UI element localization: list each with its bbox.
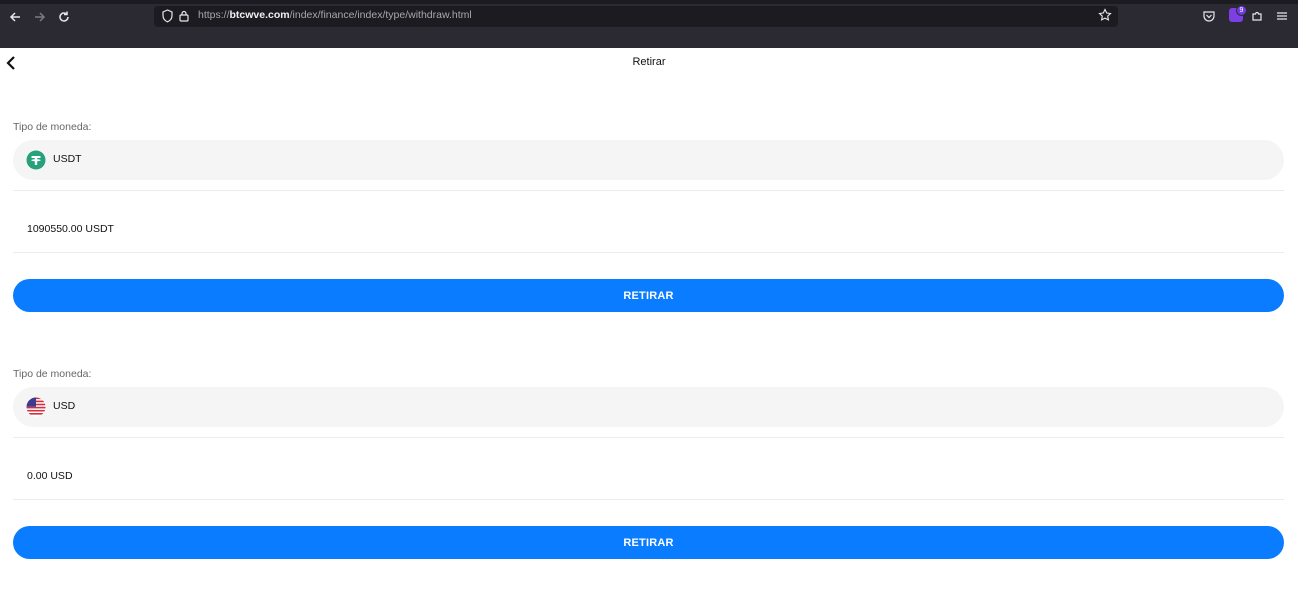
page-title: Retirar [632, 56, 666, 68]
shield-icon[interactable] [161, 9, 175, 23]
withdraw-button-usd[interactable]: RETIRAR [13, 526, 1284, 559]
url-path: /index/finance/index/type/withdraw.html [289, 9, 472, 21]
bookmark-star-icon[interactable] [1098, 8, 1112, 25]
currency-type-label: Tipo de moneda: [13, 368, 92, 380]
extension-icon[interactable]: 9 [1229, 5, 1247, 22]
reload-icon[interactable] [55, 8, 73, 26]
page-header: Retirar [0, 48, 1298, 80]
pocket-icon[interactable] [1201, 8, 1217, 24]
currency-selector-usdt[interactable]: USDT [13, 140, 1284, 180]
us-flag-icon [26, 397, 46, 417]
divider [13, 252, 1284, 253]
url-domain: btcwve.com [229, 9, 290, 21]
currency-name: USDT [53, 153, 82, 165]
currency-type-label: Tipo de moneda: [13, 121, 92, 133]
menu-icon[interactable] [1274, 8, 1290, 24]
tab-strip [0, 0, 1298, 4]
url-prefix: https:// [198, 9, 230, 21]
tether-icon [26, 150, 46, 170]
currency-name: USD [53, 400, 76, 412]
divider [13, 499, 1284, 500]
withdraw-button-usdt[interactable]: RETIRAR [13, 279, 1284, 312]
divider [13, 190, 1284, 191]
address-bar[interactable]: https://btcwve.com/index/finance/index/t… [154, 6, 1118, 27]
extension-badge-count: 9 [1236, 5, 1247, 16]
currency-selector-usd[interactable]: USD [13, 387, 1284, 427]
url-text[interactable]: https://btcwve.com/index/finance/index/t… [198, 9, 472, 21]
lock-icon[interactable] [178, 9, 192, 23]
browser-toolbar: https://btcwve.com/index/finance/index/t… [0, 0, 1298, 48]
forward-arrow-icon[interactable] [31, 8, 49, 26]
back-arrow-icon[interactable] [6, 8, 24, 26]
extensions-puzzle-icon[interactable] [1249, 8, 1265, 24]
divider [13, 437, 1284, 438]
balance-value: 0.00 USD [27, 470, 73, 482]
balance-value: 1090550.00 USDT [27, 223, 114, 235]
